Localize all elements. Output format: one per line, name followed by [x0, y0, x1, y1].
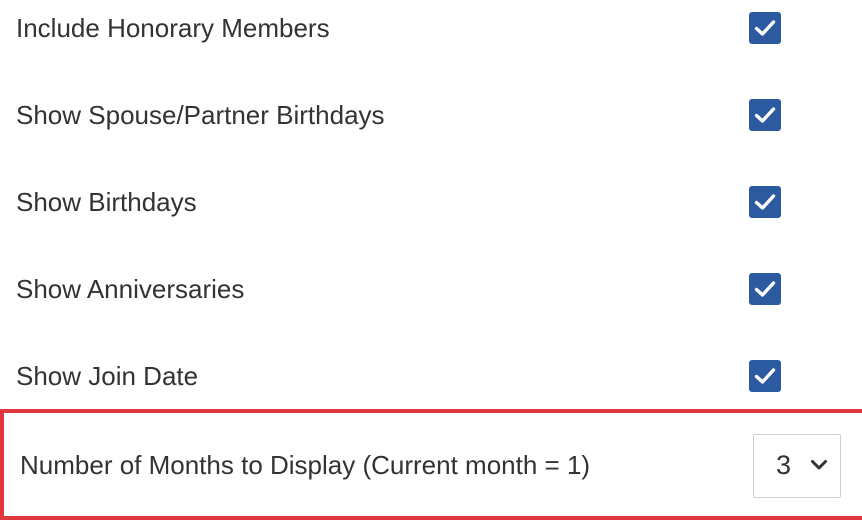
option-label: Show Birthdays	[16, 187, 197, 217]
show-anniversaries-checkbox[interactable]	[749, 273, 781, 305]
months-to-display-select[interactable]: 3	[753, 434, 841, 498]
months-to-display-label: Number of Months to Display (Current mon…	[20, 450, 591, 480]
display-options-panel: Include Honorary Members Show Spouse/Par…	[0, 0, 862, 520]
checkmark-icon	[754, 20, 776, 36]
include-honorary-members-checkbox[interactable]	[749, 12, 781, 44]
option-row-anniversaries: Show Anniversaries	[0, 259, 862, 319]
checkmark-icon	[754, 107, 776, 123]
option-label: Include Honorary Members	[16, 13, 330, 43]
option-row-honorary-members: Include Honorary Members	[0, 0, 862, 58]
show-join-date-checkbox[interactable]	[749, 360, 781, 392]
option-label: Show Anniversaries	[16, 274, 245, 304]
checkmark-icon	[754, 194, 776, 210]
option-row-spouse-birthdays: Show Spouse/Partner Birthdays	[0, 85, 862, 145]
show-birthdays-checkbox[interactable]	[749, 186, 781, 218]
option-row-join-date: Show Join Date	[0, 346, 862, 406]
months-to-display-highlight: Number of Months to Display (Current mon…	[0, 409, 862, 520]
option-row-birthdays: Show Birthdays	[0, 172, 862, 232]
option-label: Show Spouse/Partner Birthdays	[16, 100, 385, 130]
months-selected-value: 3	[776, 450, 792, 480]
option-label: Show Join Date	[16, 361, 199, 391]
chevron-down-icon	[811, 460, 827, 470]
show-spouse-partner-birthdays-checkbox[interactable]	[749, 99, 781, 131]
checkmark-icon	[754, 368, 776, 384]
checkmark-icon	[754, 281, 776, 297]
